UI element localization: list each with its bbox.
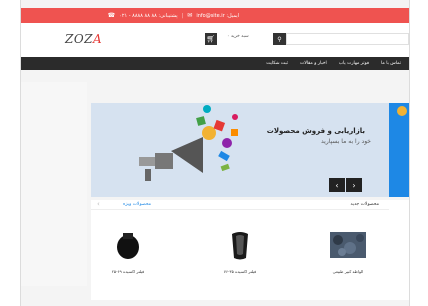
nav-item-complaint[interactable]: ثبت شکایت xyxy=(266,61,288,66)
prev-arrow-icon[interactable]: ‹ xyxy=(329,178,345,192)
search-icon: ⚲ xyxy=(277,35,282,43)
search-input[interactable] xyxy=(286,33,409,45)
support-phone: ۰۲۱ - ۸۸۸۸ ۸۸ ۸۸ :پشتیبانی xyxy=(119,12,178,19)
award-badge-icon xyxy=(397,106,407,116)
banner-title: بازاریابی و فروش محصولات xyxy=(266,127,365,135)
mail-icon: ✉ xyxy=(187,12,193,19)
search-button[interactable]: ⚲ xyxy=(273,33,286,45)
right-column-lower xyxy=(389,200,409,300)
tab-special-products[interactable]: محصولات ویژه xyxy=(123,202,151,207)
support-email: info@site.ir :ایمیل xyxy=(196,12,239,19)
product-name: فیلتر اکسیده ۳۵-۷۶ xyxy=(223,269,257,274)
megaphone-illustration xyxy=(139,105,238,181)
top-contact-bar: ☎ ۰۲۱ - ۸۸۸۸ ۸۸ ۸۸ :پشتیبانی | ✉ info@si… xyxy=(21,8,409,23)
product-name: الواطه کبیر طبیعی xyxy=(332,269,364,274)
nav-item-news[interactable]: اخبار و مقالات xyxy=(300,61,327,66)
divider: | xyxy=(181,12,184,19)
product-name: فیلتر اکسیده ۶۹-۲۵ xyxy=(111,269,145,274)
product-card[interactable]: فیلتر اکسیده ۶۹-۲۵ xyxy=(103,228,153,274)
product-image xyxy=(117,233,139,259)
next-arrow-icon[interactable]: › xyxy=(346,178,362,192)
site-logo[interactable]: ZOZA xyxy=(65,32,102,46)
product-image xyxy=(330,232,366,258)
phone-icon: ☎ xyxy=(107,12,116,19)
left-column xyxy=(21,82,87,286)
hero-banner[interactable]: بازاریابی و فروش محصولات خود را به ما بس… xyxy=(91,103,389,197)
main-nav: ثبت شکایت اخبار و مقالات فوتر مهارت یاب … xyxy=(21,57,409,70)
site-header: ZOZA 🛒︎ سبد خرید ۰ ⚲ xyxy=(21,23,409,57)
product-image xyxy=(232,232,248,260)
nav-item-skills[interactable]: فوتر مهارت یاب xyxy=(339,61,369,66)
product-card[interactable]: الواطه کبیر طبیعی xyxy=(323,228,373,274)
product-tabs: ‹ محصولات ویژه محصولات جدید xyxy=(91,200,389,210)
product-card[interactable]: فیلتر اکسیده ۳۵-۷۶ xyxy=(215,228,265,274)
cart-label[interactable]: سبد خرید ۰ xyxy=(227,34,249,39)
page-frame: ☎ ۰۲۱ - ۸۸۸۸ ۸۸ ۸۸ :پشتیبانی | ✉ info@si… xyxy=(20,0,410,306)
products-section: ‹ محصولات ویژه محصولات جدید فیلتر اکسیده… xyxy=(91,200,389,300)
right-banner[interactable] xyxy=(389,103,409,197)
nav-item-contact[interactable]: تماس با ما xyxy=(381,61,401,66)
banner-arrows: ‹ › xyxy=(329,178,363,192)
chevron-left-icon[interactable]: ‹ xyxy=(97,200,100,208)
cart-button[interactable]: 🛒︎ xyxy=(205,33,217,45)
tab-new-products[interactable]: محصولات جدید xyxy=(350,202,379,207)
cart-icon: 🛒︎ xyxy=(206,35,216,43)
banner-subtitle: خود را به ما بسپارید xyxy=(321,138,371,145)
